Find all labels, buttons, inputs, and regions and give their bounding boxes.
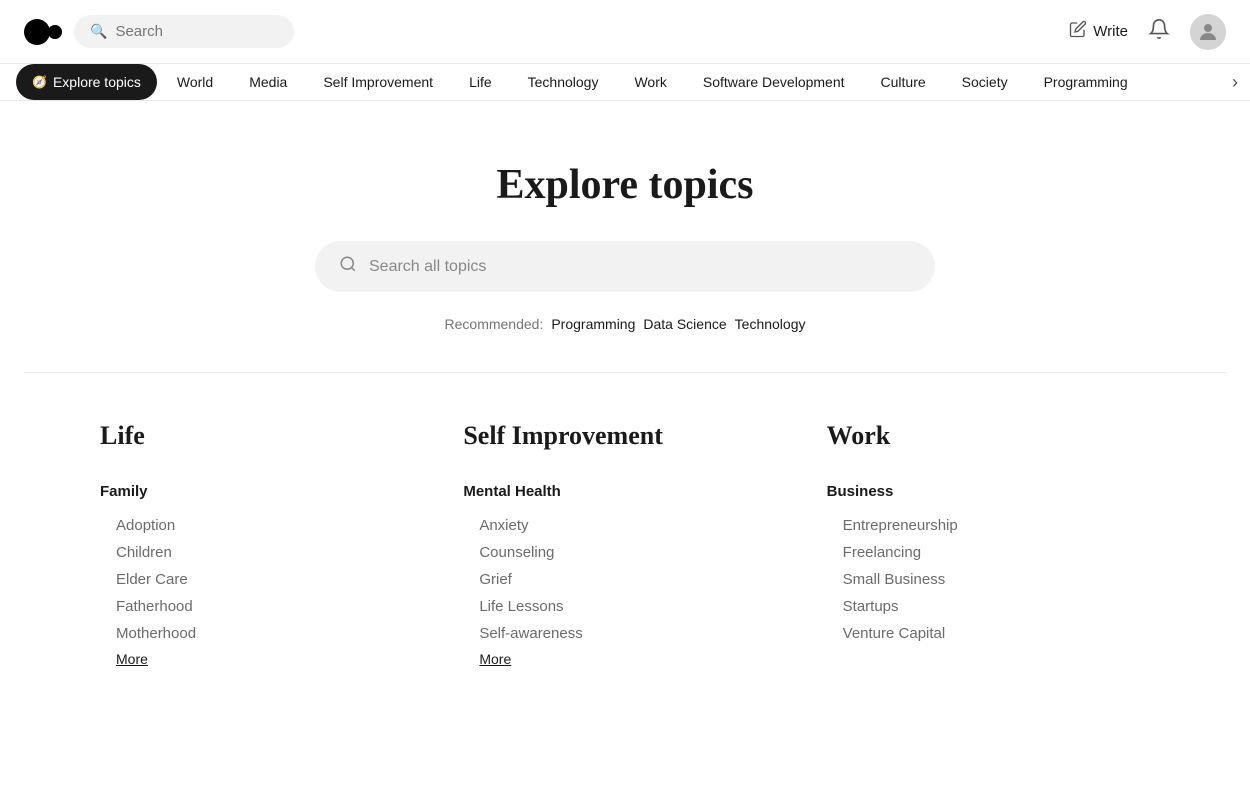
hero-search-bar[interactable] bbox=[315, 241, 935, 292]
subcategory-family: Family Adoption Children Elder Care Fath… bbox=[100, 483, 423, 669]
nav-media-label: Media bbox=[249, 74, 287, 90]
category-self-improvement: Self Improvement Mental Health Anxiety C… bbox=[443, 421, 806, 693]
nav-culture[interactable]: Culture bbox=[865, 64, 942, 100]
topic-freelancing[interactable]: Freelancing bbox=[827, 539, 1150, 566]
nav-world-label: World bbox=[177, 74, 213, 90]
subcategory-business: Business Entrepreneurship Freelancing Sm… bbox=[827, 483, 1150, 647]
nav-work[interactable]: Work bbox=[618, 64, 682, 100]
nav-explore-topics[interactable]: 🧭 Explore topics bbox=[16, 64, 157, 100]
topic-self-awareness[interactable]: Self-awareness bbox=[463, 620, 786, 647]
write-label: Write bbox=[1093, 23, 1128, 40]
topic-anxiety[interactable]: Anxiety bbox=[463, 512, 786, 539]
topic-entrepreneurship[interactable]: Entrepreneurship bbox=[827, 512, 1150, 539]
nav-media[interactable]: Media bbox=[233, 64, 303, 100]
hero-search-input[interactable] bbox=[369, 258, 911, 276]
hero-title: Explore topics bbox=[496, 161, 753, 209]
recommended-technology[interactable]: Technology bbox=[735, 316, 806, 332]
nav-society-label: Society bbox=[962, 74, 1008, 90]
nav-technology-label: Technology bbox=[528, 74, 599, 90]
topic-adoption[interactable]: Adoption bbox=[100, 512, 423, 539]
header: 🔍 Search Write bbox=[0, 0, 1250, 64]
recommended-label: Recommended: bbox=[445, 316, 544, 332]
life-family-more-link[interactable]: More bbox=[116, 651, 148, 667]
recommended-section: Recommended: Programming Data Science Te… bbox=[445, 316, 806, 332]
category-work: Work Business Entrepreneurship Freelanci… bbox=[807, 421, 1170, 693]
nav-life[interactable]: Life bbox=[453, 64, 508, 100]
topic-life-lessons[interactable]: Life Lessons bbox=[463, 593, 786, 620]
topic-motherhood[interactable]: Motherhood bbox=[100, 620, 423, 647]
nav-self-improvement[interactable]: Self Improvement bbox=[307, 64, 449, 100]
topic-counseling[interactable]: Counseling bbox=[463, 539, 786, 566]
nav-work-label: Work bbox=[634, 74, 666, 90]
topic-children[interactable]: Children bbox=[100, 539, 423, 566]
nav-explore-label: Explore topics bbox=[53, 74, 141, 90]
topic-venture-capital[interactable]: Venture Capital bbox=[827, 620, 1150, 647]
avatar[interactable] bbox=[1190, 14, 1226, 50]
subcategory-business-title: Business bbox=[827, 483, 1150, 500]
nav-world[interactable]: World bbox=[161, 64, 229, 100]
topic-small-business[interactable]: Small Business bbox=[827, 566, 1150, 593]
main-content: Explore topics Recommended: Programming … bbox=[0, 101, 1250, 741]
nav-more-button[interactable]: › bbox=[1220, 64, 1250, 100]
write-button[interactable]: Write bbox=[1069, 20, 1128, 43]
compass-icon: 🧭 bbox=[32, 75, 47, 89]
nav-society[interactable]: Society bbox=[946, 64, 1024, 100]
topic-elder-care[interactable]: Elder Care bbox=[100, 566, 423, 593]
logo-circle-small bbox=[48, 25, 62, 39]
nav-life-label: Life bbox=[469, 74, 492, 90]
category-work-title: Work bbox=[827, 421, 1150, 451]
nav-culture-label: Culture bbox=[881, 74, 926, 90]
category-life: Life Family Adoption Children Elder Care… bbox=[80, 421, 443, 693]
header-right: Write bbox=[1069, 14, 1226, 50]
write-icon bbox=[1069, 20, 1087, 43]
hero-search-icon bbox=[339, 255, 357, 278]
subcategory-mental-health-title: Mental Health bbox=[463, 483, 786, 500]
topic-grief[interactable]: Grief bbox=[463, 566, 786, 593]
nav-software-development[interactable]: Software Development bbox=[687, 64, 861, 100]
recommended-programming[interactable]: Programming bbox=[551, 316, 635, 332]
nav-programming-label: Programming bbox=[1044, 74, 1128, 90]
nav-software-development-label: Software Development bbox=[703, 74, 845, 90]
nav-technology[interactable]: Technology bbox=[512, 64, 615, 100]
topics-grid: Life Family Adoption Children Elder Care… bbox=[0, 373, 1250, 741]
topic-startups[interactable]: Startups bbox=[827, 593, 1150, 620]
hero-section: Explore topics Recommended: Programming … bbox=[0, 101, 1250, 372]
topic-fatherhood[interactable]: Fatherhood bbox=[100, 593, 423, 620]
subcategory-mental-health: Mental Health Anxiety Counseling Grief L… bbox=[463, 483, 786, 669]
logo-circle-large bbox=[24, 19, 50, 45]
notifications-button[interactable] bbox=[1148, 18, 1170, 46]
category-self-improvement-title: Self Improvement bbox=[463, 421, 786, 451]
logo[interactable] bbox=[24, 19, 62, 45]
chevron-right-icon: › bbox=[1232, 72, 1238, 93]
header-search-bar[interactable]: 🔍 Search bbox=[74, 15, 294, 48]
recommended-data-science[interactable]: Data Science bbox=[643, 316, 726, 332]
search-icon: 🔍 bbox=[90, 23, 107, 40]
topics-nav-bar: 🧭 Explore topics World Media Self Improv… bbox=[0, 64, 1250, 101]
category-life-title: Life bbox=[100, 421, 423, 451]
subcategory-family-title: Family bbox=[100, 483, 423, 500]
nav-self-improvement-label: Self Improvement bbox=[323, 74, 433, 90]
nav-programming[interactable]: Programming bbox=[1028, 64, 1144, 100]
header-search-text: Search bbox=[115, 23, 163, 40]
self-improvement-mental-health-more-link[interactable]: More bbox=[479, 651, 511, 667]
header-left: 🔍 Search bbox=[24, 15, 294, 48]
